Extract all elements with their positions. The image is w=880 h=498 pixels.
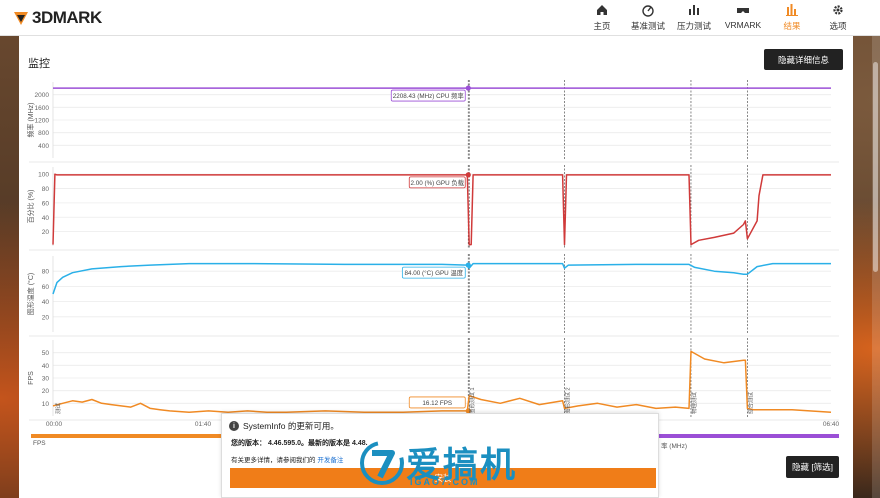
- info-icon: i: [229, 421, 239, 431]
- y-tick-label: 100: [38, 172, 49, 179]
- watermark-logo-icon: [360, 440, 404, 485]
- hide-markers-button[interactable]: 隐藏 [筛选]: [786, 456, 839, 478]
- test-marker-label: 测试: [54, 402, 62, 414]
- y-tick-label: 1200: [35, 118, 50, 125]
- x-tick-label: 01:40: [195, 421, 212, 428]
- y-tick-label: 400: [38, 143, 49, 150]
- tooltip-text: 16.12 FPS: [422, 400, 452, 407]
- notification-title: SystemInfo 的更新可用。: [243, 421, 339, 431]
- y-tick-label: 80: [42, 269, 50, 276]
- y-tick-label: 20: [42, 229, 50, 236]
- y-tick-label: 40: [42, 299, 50, 306]
- y-axis-label: 百分比 (%): [26, 190, 35, 224]
- legend-cpu-label: 率 (MHz): [661, 443, 687, 450]
- notification-header: i SystemInfo 的更新可用。: [229, 420, 339, 432]
- x-tick-label: 00:00: [46, 421, 63, 428]
- tooltip-text: 84.00 (°C) GPU 温度: [405, 268, 464, 277]
- legend-fps-strip: [31, 434, 221, 438]
- y-tick-label: 60: [42, 200, 50, 207]
- y-tick-label: 60: [42, 284, 50, 291]
- y-tick-label: 2000: [35, 92, 50, 99]
- y-axis-label: FPS: [28, 371, 35, 385]
- legend-fps-label: FPS: [33, 440, 46, 447]
- cursor-point: [465, 172, 471, 178]
- y-tick-label: 40: [42, 215, 50, 222]
- notification-versions: 您的版本： 4.46.595.0。最新的版本是 4.48.: [231, 440, 368, 447]
- y-tick-label: 80: [42, 186, 50, 193]
- test-marker-label: 图形测试 1: [468, 387, 476, 414]
- x-tick-label: 06:40: [823, 421, 840, 428]
- test-marker-label: 物理测试: [690, 391, 698, 414]
- y-tick-label: 20: [42, 388, 50, 395]
- legend-cpu-strip: [659, 434, 839, 438]
- y-tick-label: 40: [42, 363, 50, 370]
- watermark: 爱搞机 IGAO7.COM: [358, 437, 517, 488]
- notification-more-info: 有关更多详情，请参阅我们的 开发备注: [231, 454, 343, 464]
- release-notes-link[interactable]: 开发备注: [317, 457, 343, 464]
- y-axis-label: 频率 (MHz): [26, 103, 35, 138]
- y-tick-label: 10: [42, 401, 50, 408]
- y-axis-label: 图形温度 (°C): [26, 273, 35, 315]
- y-tick-label: 800: [38, 130, 49, 137]
- test-marker-label: 综合测试: [746, 391, 754, 414]
- more-info-text: 有关更多详情，请参阅我们的: [231, 457, 316, 464]
- watermark-url: IGAO7.COM: [410, 477, 480, 487]
- cursor-point: [465, 85, 471, 91]
- y-tick-label: 1600: [35, 105, 50, 112]
- y-tick-label: 30: [42, 376, 50, 383]
- y-tick-label: 50: [42, 350, 50, 357]
- test-marker-label: 图形测试 2: [564, 387, 572, 414]
- y-tick-label: 20: [42, 314, 50, 321]
- cursor-point: [465, 262, 471, 268]
- page-scrollbar-thumb[interactable]: [873, 62, 878, 272]
- tooltip-text: 2.00 (%) GPU 负载: [410, 178, 464, 187]
- tooltip-text: 2208.43 (MHz) CPU 频率: [393, 91, 464, 100]
